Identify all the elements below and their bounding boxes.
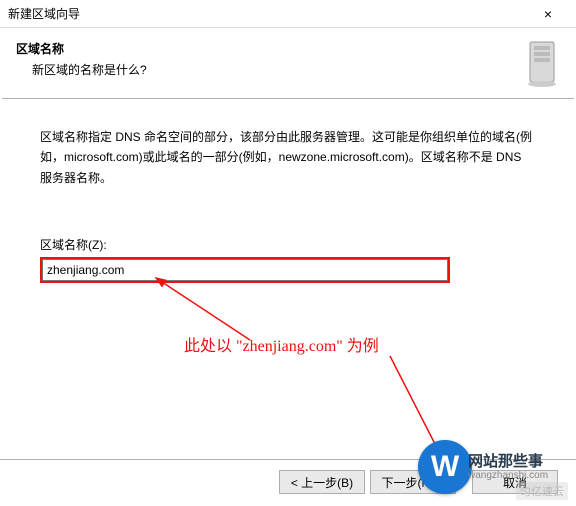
- watermark-brand: 网站那些事: [468, 450, 543, 471]
- window-title: 新建区域向导: [8, 5, 528, 22]
- close-button[interactable]: ×: [528, 2, 568, 26]
- header-title: 区域名称: [16, 40, 516, 57]
- header-subtitle: 新区域的名称是什么?: [16, 61, 516, 78]
- watermark-domain: wangzhanshi.com: [468, 470, 548, 481]
- watermark-logo-letter: W: [431, 450, 459, 484]
- zone-name-highlight: [40, 257, 450, 283]
- server-icon: [524, 40, 560, 88]
- wizard-content: 区域名称指定 DNS 命名空间的部分，该部分由此服务器管理。这可能是你组织单位的…: [0, 99, 576, 293]
- title-bar: 新建区域向导 ×: [0, 0, 576, 28]
- annotation-text: 此处以 "zhenjiang.com" 为例: [184, 332, 379, 356]
- back-button[interactable]: < 上一步(B): [279, 470, 365, 494]
- zone-name-label: 区域名称(Z):: [40, 236, 536, 253]
- wizard-header: 区域名称 新区域的名称是什么?: [0, 28, 576, 98]
- watermark-corner: 匀亿速云: [516, 482, 568, 500]
- watermark-logo: W: [418, 440, 472, 494]
- description-text: 区域名称指定 DNS 命名空间的部分，该部分由此服务器管理。这可能是你组织单位的…: [40, 127, 536, 188]
- close-icon: ×: [544, 6, 552, 22]
- zone-name-input[interactable]: [42, 259, 448, 281]
